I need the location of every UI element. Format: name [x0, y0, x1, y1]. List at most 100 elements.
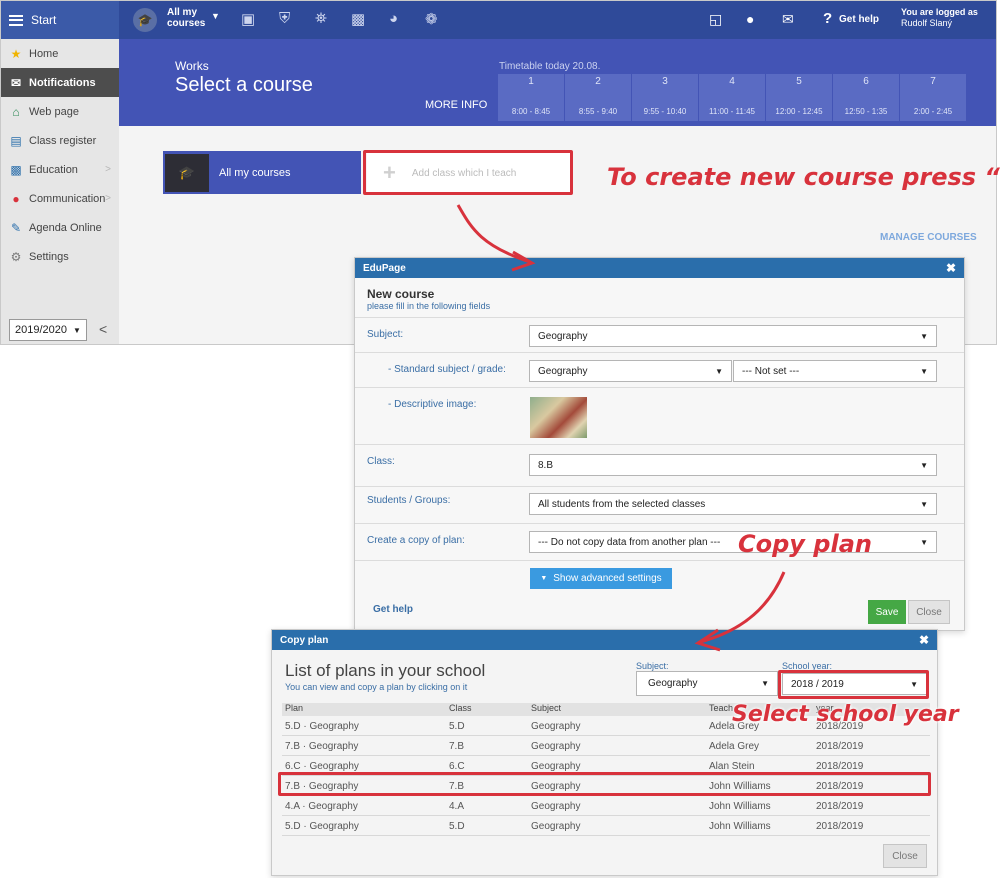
annotation-select-year: Select school year [732, 702, 959, 727]
manage-courses-link[interactable]: MANAGE COURSES [880, 232, 977, 243]
close-icon[interactable]: ✖ [946, 261, 956, 275]
copy-plan-label: Create a copy of plan: [367, 535, 465, 546]
caret-down-icon: ▼ [73, 325, 81, 335]
subject-select[interactable]: Geography ▼ [529, 325, 937, 347]
close-button[interactable]: Close [908, 600, 950, 624]
envelope-icon: ✉ [10, 75, 22, 90]
school-year-select[interactable]: 2019/2020 ▼ [9, 319, 87, 341]
timetable-period[interactable]: 6 12:50 - 1:35 [833, 74, 899, 121]
dialog-header: Copy plan ✖ [272, 630, 937, 650]
close-button[interactable]: Close [883, 844, 927, 868]
gauge-icon[interactable]: ◕ [389, 10, 398, 27]
dialog-subtitle: You can view and copy a plan by clicking… [285, 682, 468, 692]
selected-plan-highlight [278, 772, 931, 796]
sidebar-item-agenda-online[interactable]: ✎ Agenda Online [1, 213, 119, 242]
class-label: Class: [367, 456, 395, 467]
annotation-copy-plan: Copy plan [738, 530, 872, 558]
sidebar-item-notifications[interactable]: ✉ Notifications [1, 68, 119, 97]
people-icon[interactable]: ❁ [425, 10, 438, 28]
table-row[interactable]: 7.B · Geography 7.B Geography Adela Grey 201… [282, 736, 930, 756]
descriptive-image-label: - Descriptive image: [388, 399, 477, 410]
more-info-link[interactable]: MORE INFO [425, 99, 487, 111]
shield-icon[interactable]: ⛨ [279, 10, 290, 27]
caret-down-icon: ▼ [920, 460, 928, 470]
sidebar-item-settings[interactable]: ⚙ Settings [1, 242, 119, 271]
standard-subject-select[interactable]: Geography ▼ [529, 360, 732, 382]
dialog-title: List of plans in your school [285, 661, 486, 680]
timetable-period[interactable]: 4 11:00 - 11:45 [699, 74, 765, 121]
save-button[interactable]: Save [868, 600, 906, 624]
standard-subject-label: - Standard subject / grade: [388, 364, 506, 375]
get-help-link[interactable]: Get help [839, 14, 879, 25]
get-help-link[interactable]: Get help [373, 604, 413, 615]
caret-down-icon: ▼ [920, 537, 928, 547]
mail-icon[interactable]: ✉ [782, 11, 794, 28]
subject-filter-select[interactable]: Geography ▼ [636, 671, 778, 696]
collapse-sidebar-icon[interactable]: < [99, 321, 107, 337]
grade-select[interactable]: --- Not set --- ▼ [733, 360, 937, 382]
section-label: Works [175, 59, 209, 73]
class-select[interactable]: 8.B ▼ [529, 454, 937, 476]
sidebar-item-home[interactable]: ★ Home [1, 39, 119, 68]
caret-down-icon: ▼ [920, 366, 928, 376]
table-row[interactable]: 4.A · Geography 4.A Geography John Williams… [282, 796, 930, 816]
subject-label: Subject: [367, 329, 404, 340]
timetable-period[interactable]: 1 8:00 - 8:45 [498, 74, 564, 121]
caret-down-icon: ▼ [920, 331, 928, 341]
courses-menu[interactable]: All my courses [167, 7, 205, 29]
briefcase-icon[interactable]: ▣ [241, 10, 255, 28]
register-icon: ▤ [10, 133, 22, 148]
sidebar-item-education[interactable]: ▩ Education > [1, 155, 119, 184]
add-course-highlight [363, 150, 573, 195]
sidebar-item-class-register[interactable]: ▤ Class register [1, 126, 119, 155]
pen-icon: ✎ [10, 220, 22, 235]
sidebar: ★ Home ✉ Notifications ⌂ Web page ▤ Clas… [1, 39, 119, 344]
chevron-right-icon: > [105, 164, 111, 175]
caret-down-icon: ▼ [540, 575, 548, 582]
caret-down-icon[interactable]: ▼ [211, 11, 220, 21]
caret-down-icon: ▼ [920, 499, 928, 509]
timetable-period[interactable]: 3 9:55 - 10:40 [632, 74, 698, 121]
help-icon[interactable]: ? [823, 10, 832, 27]
book-icon: ▩ [10, 162, 22, 177]
annotation-create-course: To create new course press “+” [607, 163, 1000, 191]
screen-icon[interactable]: ◱ [709, 11, 722, 28]
institution-icon[interactable]: ⛯ [315, 10, 327, 27]
graduation-cap-icon: 🎓 [165, 153, 209, 192]
new-course-dialog: EduPage ✖ New course please fill in the … [354, 257, 965, 631]
chat-icon[interactable]: ● [746, 11, 754, 27]
start-menu-button[interactable]: Start [1, 1, 119, 39]
table-row[interactable]: 5.D · Geography 5.D Geography John Williams… [282, 816, 930, 836]
graduation-cap-icon[interactable]: 🎓 [133, 8, 157, 32]
dialog-subtitle: please fill in the following fields [367, 301, 491, 311]
timetable: 1 8:00 - 8:45 2 8:55 - 9:40 3 9:55 - 10:40 … [498, 74, 966, 121]
students-groups-label: Students / Groups: [367, 495, 451, 506]
sidebar-item-web-page[interactable]: ⌂ Web page [1, 97, 119, 126]
school-year-highlight [778, 670, 929, 699]
user-name: Rudolf Slaný [901, 18, 953, 28]
timetable-period[interactable]: 5 12:00 - 12:45 [766, 74, 832, 121]
all-courses-card[interactable]: 🎓 All my courses [163, 151, 361, 194]
students-groups-select[interactable]: All students from the selected classes ▼ [529, 493, 937, 515]
start-label: Start [31, 13, 57, 27]
chat-icon: ● [12, 191, 20, 206]
dialog-header: EduPage ✖ [355, 258, 964, 278]
subject-filter-label: Subject: [636, 661, 669, 671]
timetable-period[interactable]: 7 2:00 - 2:45 [900, 74, 966, 121]
show-advanced-settings-button[interactable]: ▼ Show advanced settings [530, 568, 672, 589]
top-bar: Start 🎓 All my courses ▼ ▣ ⛨ ⛯ ▩ ◕ ❁ ◱ ●… [1, 1, 996, 39]
copy-plan-select[interactable]: --- Do not copy data from another plan -… [529, 531, 937, 553]
login-info[interactable]: You are logged as Rudolf Slaný [901, 7, 978, 29]
star-icon: ★ [10, 46, 22, 61]
page-header: Works Select a course MORE INFO Timetabl… [119, 39, 996, 126]
descriptive-image[interactable] [530, 397, 587, 438]
close-icon[interactable]: ✖ [919, 633, 929, 647]
copy-plan-dialog: Copy plan ✖ List of plans in your school… [271, 629, 938, 876]
dialog-title: New course [367, 287, 435, 301]
timetable-period[interactable]: 2 8:55 - 9:40 [565, 74, 631, 121]
house-icon: ⌂ [12, 104, 20, 119]
bar-chart-icon[interactable]: ▩ [351, 10, 365, 28]
page-title: Select a course [175, 74, 313, 96]
caret-down-icon: ▼ [715, 366, 723, 376]
sidebar-item-communication[interactable]: ● Communication > [1, 184, 119, 213]
